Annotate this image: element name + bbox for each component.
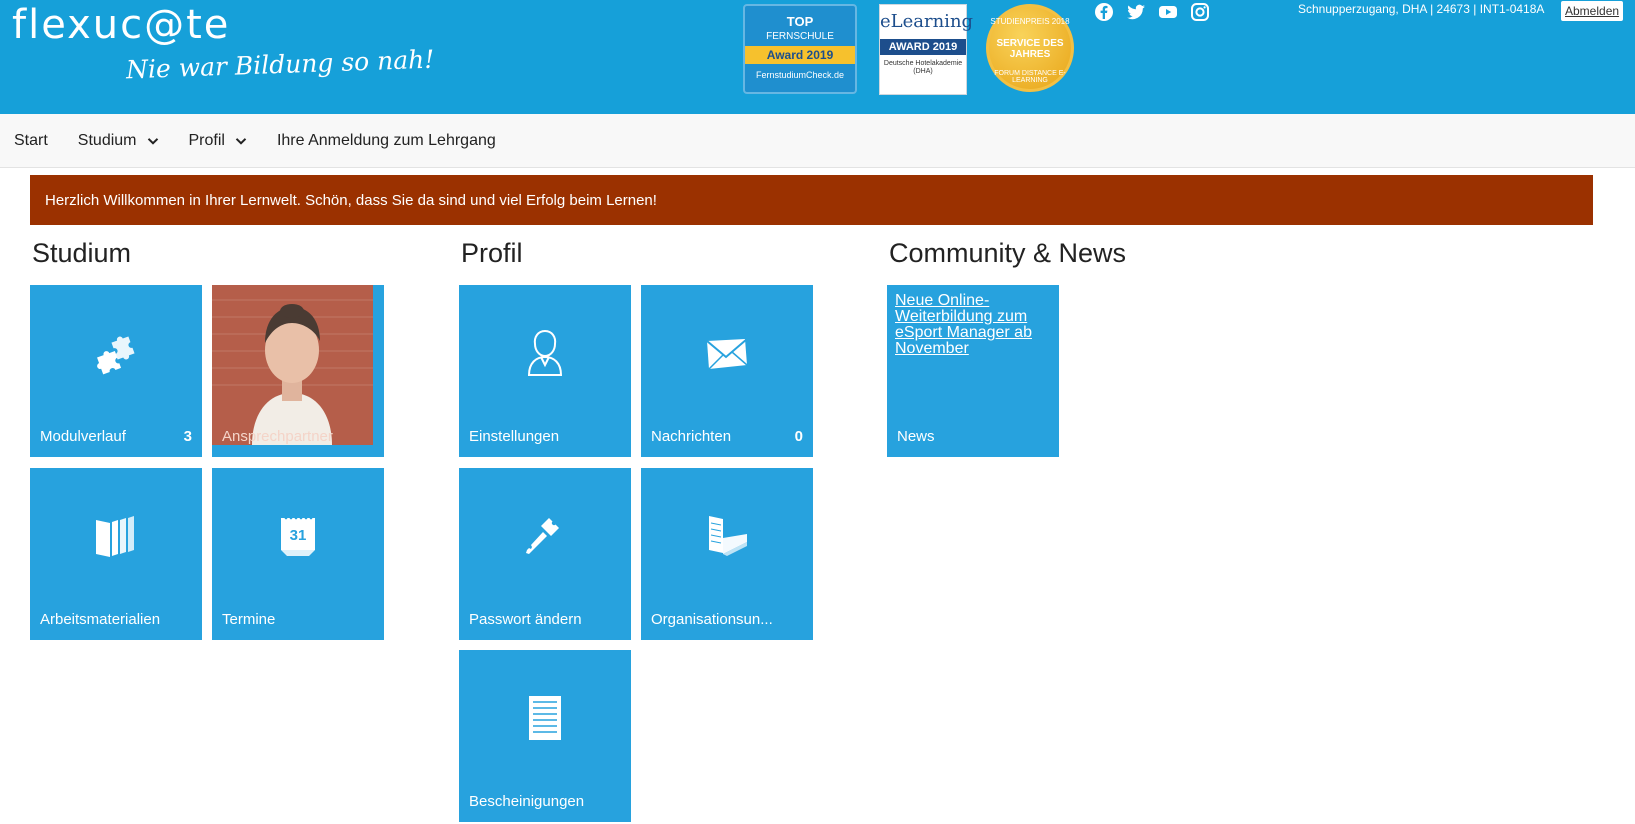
tile-label: Modulverlauf bbox=[40, 428, 126, 445]
document-icon bbox=[529, 696, 561, 740]
tile-label: Bescheinigungen bbox=[469, 793, 585, 810]
tile-bescheinigungen[interactable]: Bescheinigungen bbox=[459, 650, 631, 822]
award-studienpreis-ring: STUDIENPREIS 2018 bbox=[990, 17, 1070, 26]
nav-item-label: Studium bbox=[77, 131, 137, 149]
tile-modulverlauf[interactable]: Modulverlauf 3 bbox=[30, 285, 202, 457]
award-studienpreis-badge: STUDIENPREIS 2018 SERVICE DES JAHRES FOR… bbox=[986, 4, 1074, 92]
building-icon bbox=[709, 516, 747, 556]
tile-ansprechpartner[interactable]: Ansprechpartner bbox=[212, 285, 384, 457]
section-title-studium: Studium bbox=[32, 238, 132, 268]
envelope-icon bbox=[706, 338, 748, 370]
main-nav: Start Studium Profil Ihre Anmeldung zum … bbox=[0, 114, 1635, 168]
news-link[interactable]: Neue Online-Weiterbildung zum eSport Man… bbox=[895, 293, 1045, 357]
nav-item-label: Start bbox=[14, 131, 48, 149]
award-elearning-badge: eLearning AWARD 2019 Deutsche Hotelakade… bbox=[879, 4, 974, 95]
award-fernschule-band: Award 2019 bbox=[745, 46, 855, 64]
chevron-down-icon bbox=[147, 137, 158, 145]
tile-einstellungen[interactable]: Einstellungen bbox=[459, 285, 631, 457]
section-title-community: Community & News bbox=[889, 238, 1127, 268]
award-elearning-band: AWARD 2019 bbox=[880, 39, 966, 55]
tile-nachrichten[interactable]: Nachrichten 0 bbox=[641, 285, 813, 457]
books-icon bbox=[96, 516, 134, 557]
instagram-icon[interactable] bbox=[1190, 2, 1210, 22]
header: flexuc@te Nie war Bildung so nah! TOP FE… bbox=[0, 0, 1635, 114]
nav-item-studium[interactable]: Studium bbox=[78, 132, 159, 150]
youtube-icon[interactable] bbox=[1158, 2, 1178, 22]
tile-passwort-aendern[interactable]: Passwort ändern bbox=[459, 468, 631, 640]
nav-item-anmeldung[interactable]: Ihre Anmeldung zum Lehrgang bbox=[277, 132, 496, 150]
puzzle-icon bbox=[97, 336, 135, 375]
tile-news[interactable]: Neue Online-Weiterbildung zum eSport Man… bbox=[887, 285, 1059, 457]
award-studienpreis-main: SERVICE DES JAHRES bbox=[996, 38, 1064, 60]
section-title-profil: Profil bbox=[461, 238, 523, 268]
nav-item-profil[interactable]: Profil bbox=[189, 132, 247, 150]
tile-label: Ansprechpartner bbox=[222, 428, 333, 445]
award-elearning-title: eLearning bbox=[880, 11, 974, 32]
award-studienpreis-foot: FORUM DISTANCE E-LEARNING bbox=[994, 70, 1066, 84]
award-fernschule-foot: FernstudiumCheck.de bbox=[755, 70, 845, 80]
nav-item-start[interactable]: Start bbox=[14, 132, 48, 150]
calendar-day-text: 31 bbox=[290, 527, 307, 544]
welcome-banner: Herzlich Willkommen in Ihrer Lernwelt. S… bbox=[30, 175, 1593, 225]
tile-label: News bbox=[897, 428, 935, 445]
tile-label: Einstellungen bbox=[469, 428, 560, 445]
award-fernschule-sub: FERNSCHULE bbox=[766, 31, 834, 42]
user-info: Schnupperzugang, DHA | 24673 | INT1-0418… bbox=[1298, 2, 1545, 16]
logo[interactable]: flexuc@te bbox=[12, 2, 230, 48]
tile-label: Organisationsun... bbox=[651, 611, 773, 628]
logout-button[interactable]: Abmelden bbox=[1561, 1, 1624, 21]
user-icon bbox=[527, 329, 563, 376]
nav-item-label: Profil bbox=[188, 131, 225, 149]
tile-label: Termine bbox=[222, 611, 276, 628]
tile-arbeitsmaterialien[interactable]: Arbeitsmaterialien bbox=[30, 468, 202, 640]
calendar-icon: 31 bbox=[281, 516, 315, 556]
award-fernschule-top: TOP bbox=[786, 14, 814, 29]
award-elearning-foot: Deutsche Hotelakademie (DHA) bbox=[883, 60, 963, 75]
tile-organisationseinheit[interactable]: Organisationsun... bbox=[641, 468, 813, 640]
tile-label: Nachrichten bbox=[651, 428, 732, 445]
welcome-text: Herzlich Willkommen in Ihrer Lernwelt. S… bbox=[45, 191, 657, 209]
tile-label: Passwort ändern bbox=[469, 611, 582, 628]
contact-photo bbox=[212, 285, 373, 445]
key-icon bbox=[526, 518, 559, 554]
social-links bbox=[1094, 2, 1210, 22]
facebook-icon[interactable] bbox=[1094, 2, 1114, 22]
tile-count: 0 bbox=[794, 428, 803, 445]
nav-item-label: Ihre Anmeldung zum Lehrgang bbox=[276, 131, 496, 149]
award-fernschule-badge: TOP FERNSCHULE Award 2019 FernstudiumChe… bbox=[743, 4, 857, 94]
tile-termine[interactable]: 31 Termine bbox=[212, 468, 384, 640]
twitter-icon[interactable] bbox=[1126, 2, 1146, 22]
tile-count: 3 bbox=[183, 428, 192, 445]
tagline: Nie war Bildung so nah! bbox=[125, 44, 435, 85]
chevron-down-icon bbox=[235, 137, 247, 145]
tile-label: Arbeitsmaterialien bbox=[40, 611, 161, 628]
